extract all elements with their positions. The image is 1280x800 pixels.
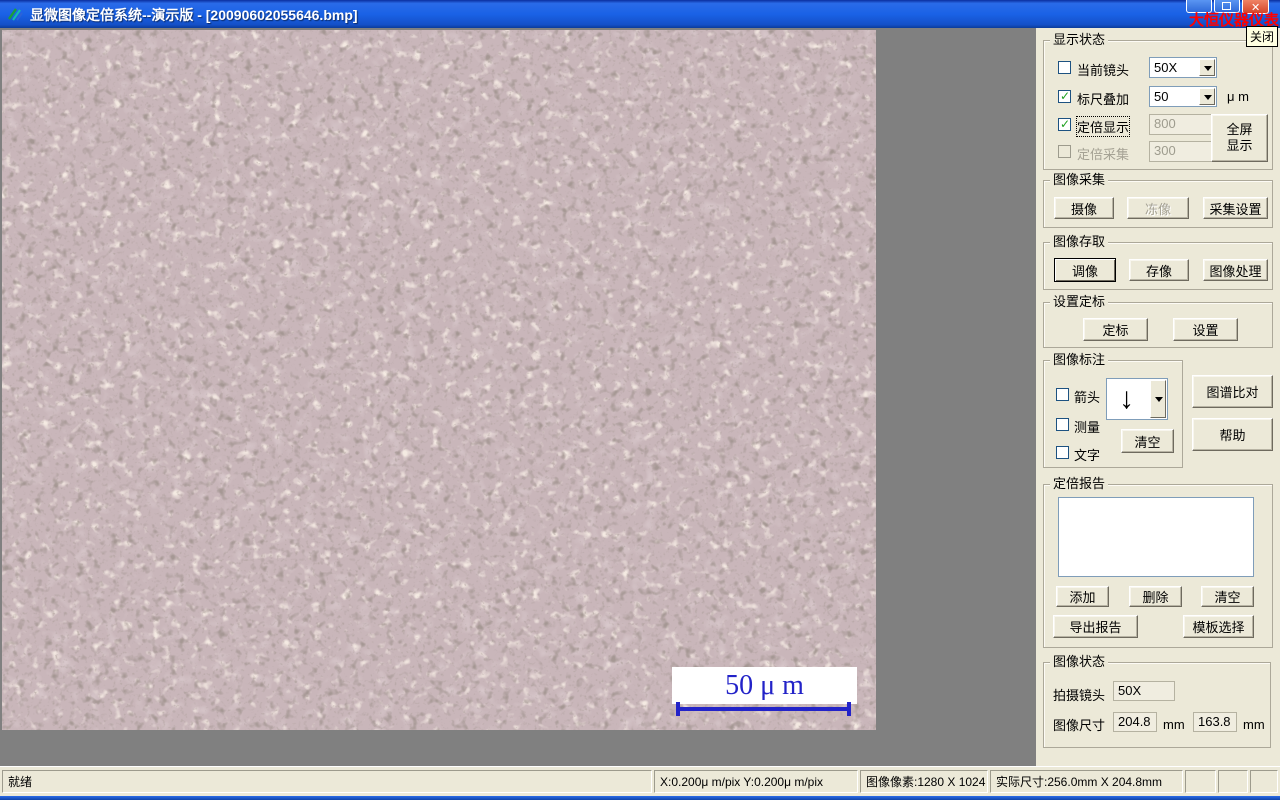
fixed-capture-label: 定倍采集 xyxy=(1077,147,1130,162)
report-delete-button[interactable]: 删除 xyxy=(1129,586,1182,607)
lens-field-value: 50X xyxy=(1113,681,1175,701)
chevron-down-icon xyxy=(1155,397,1163,402)
control-panel: 显示状态 当前镜头 50X 标尺叠加 50 μ m 定倍显示 800 定倍采集 … xyxy=(1036,28,1280,766)
fixed-display-input: 800 xyxy=(1149,114,1217,135)
status-bar: 就绪 X:0.200μ m/pix Y:0.200μ m/pix 图像像素:12… xyxy=(0,766,1280,796)
group-image-status: 图像状态 拍摄镜头 50X 图像尺寸 204.8 mm 163.8 mm xyxy=(1043,655,1271,748)
report-listbox[interactable] xyxy=(1058,497,1254,577)
group-report: 定倍报告 添加 删除 清空 导出报告 模板选择 xyxy=(1043,477,1273,648)
image-viewport[interactable]: 50 μ m xyxy=(2,30,876,730)
group-calibration-title: 设置定标 xyxy=(1050,295,1109,309)
image-height-value: 163.8 xyxy=(1193,712,1237,732)
status-empty-3 xyxy=(1250,770,1278,793)
arrow-checkbox-label: 箭头 xyxy=(1074,390,1101,405)
window-title: 显微图像定倍系统--演示版 - [20090602055646.bmp] xyxy=(30,7,358,23)
scale-bar-line xyxy=(676,707,851,711)
group-image-storage: 图像存取 调像 存像 图像处理 xyxy=(1043,235,1273,290)
annotation-clear-button[interactable]: 清空 xyxy=(1121,429,1174,453)
export-report-button[interactable]: 导出报告 xyxy=(1053,615,1138,638)
group-image-capture: 图像采集 摄像 冻像 采集设置 xyxy=(1043,173,1273,228)
help-button[interactable]: 帮助 xyxy=(1192,418,1273,451)
chevron-down-icon xyxy=(1204,94,1212,100)
width-unit-label: mm xyxy=(1163,717,1185,732)
status-empty-1 xyxy=(1185,770,1216,793)
current-lens-checkbox[interactable] xyxy=(1058,61,1071,74)
group-report-title: 定倍报告 xyxy=(1050,477,1109,491)
arrow-style-combo[interactable]: ↓ xyxy=(1106,378,1168,420)
group-display-status: 显示状态 当前镜头 50X 标尺叠加 50 μ m 定倍显示 800 定倍采集 … xyxy=(1043,33,1273,170)
arrow-style-combo-drop[interactable] xyxy=(1150,380,1166,418)
group-annotation: 图像标注 箭头 测量 文字 ↓ 清空 xyxy=(1043,353,1183,468)
status-empty-2 xyxy=(1218,770,1248,793)
fullscreen-button[interactable]: 全屏 显示 xyxy=(1211,114,1268,162)
current-lens-combo[interactable]: 50X xyxy=(1149,57,1217,78)
ruler-size-value: 50 xyxy=(1154,89,1169,104)
scale-bar-tick-left xyxy=(676,702,680,716)
capture-settings-button[interactable]: 采集设置 xyxy=(1203,197,1268,219)
settings-button[interactable]: 设置 xyxy=(1173,318,1238,341)
group-display-status-title: 显示状态 xyxy=(1050,33,1109,47)
size-field-label: 图像尺寸 xyxy=(1053,718,1106,733)
arrow-checkbox[interactable] xyxy=(1056,388,1069,401)
group-image-status-title: 图像状态 xyxy=(1050,655,1109,669)
image-processing-button[interactable]: 图像处理 xyxy=(1203,259,1268,281)
ruler-overlay-checkbox[interactable] xyxy=(1058,89,1071,103)
fixed-capture-input: 300 xyxy=(1149,141,1217,162)
text-checkbox-label: 文字 xyxy=(1074,448,1101,463)
ruler-size-combo-drop[interactable] xyxy=(1199,88,1215,105)
fixed-display-checkbox[interactable] xyxy=(1058,117,1071,131)
client-area: 50 μ m 显示状态 当前镜头 50X 标尺叠加 50 μ m 定倍显示 80 xyxy=(0,28,1280,766)
scale-bar-label-box: 50 μ m xyxy=(672,667,857,704)
ruler-overlay-label: 标尺叠加 xyxy=(1077,92,1130,107)
measure-checkbox-label: 测量 xyxy=(1074,420,1101,435)
scale-bar-label: 50 μ m xyxy=(725,669,804,701)
fixed-capture-checkbox xyxy=(1058,145,1071,158)
save-image-button[interactable]: 存像 xyxy=(1129,259,1189,281)
fixed-display-label: 定倍显示 xyxy=(1075,116,1131,137)
calibrate-button[interactable]: 定标 xyxy=(1083,318,1148,341)
ruler-size-combo[interactable]: 50 xyxy=(1149,86,1217,107)
chevron-down-icon xyxy=(1204,65,1212,71)
close-tooltip: 关闭 xyxy=(1246,26,1279,47)
status-image-pixels: 图像像素:1280 X 1024 xyxy=(860,770,988,793)
lens-field-label: 拍摄镜头 xyxy=(1053,688,1106,703)
group-annotation-title: 图像标注 xyxy=(1050,353,1109,367)
micrograph-image xyxy=(2,30,876,730)
app-icon xyxy=(7,6,23,22)
window-bottom-border xyxy=(0,796,1280,800)
measure-checkbox[interactable] xyxy=(1056,418,1069,431)
title-bar[interactable]: 显微图像定倍系统--演示版 - [20090602055646.bmp] ✕ 大… xyxy=(0,0,1280,47)
atlas-compare-button[interactable]: 图谱比对 xyxy=(1192,375,1273,408)
current-lens-label: 当前镜头 xyxy=(1077,63,1130,78)
image-width-value: 204.8 xyxy=(1113,712,1157,732)
current-lens-combo-drop[interactable] xyxy=(1199,59,1215,76)
capture-button[interactable]: 摄像 xyxy=(1054,197,1114,219)
load-image-button[interactable]: 调像 xyxy=(1054,258,1116,282)
height-unit-label: mm xyxy=(1243,717,1265,732)
report-clear-button[interactable]: 清空 xyxy=(1201,586,1254,607)
status-ready: 就绪 xyxy=(2,770,652,793)
group-calibration: 设置定标 定标 设置 xyxy=(1043,295,1273,348)
text-checkbox[interactable] xyxy=(1056,446,1069,459)
ruler-unit-label: μ m xyxy=(1227,89,1249,104)
report-add-button[interactable]: 添加 xyxy=(1056,586,1109,607)
template-select-button[interactable]: 模板选择 xyxy=(1183,615,1254,638)
down-arrow-icon: ↓ xyxy=(1119,382,1134,415)
current-lens-value: 50X xyxy=(1154,60,1178,75)
group-image-storage-title: 图像存取 xyxy=(1050,235,1109,249)
freeze-button: 冻像 xyxy=(1127,197,1189,219)
scale-bar-tick-right xyxy=(847,702,851,716)
status-actual-size: 实际尺寸:256.0mm X 204.8mm xyxy=(990,770,1183,793)
group-image-capture-title: 图像采集 xyxy=(1050,173,1109,187)
status-pixel-scale: X:0.200μ m/pix Y:0.200μ m/pix xyxy=(654,770,858,793)
